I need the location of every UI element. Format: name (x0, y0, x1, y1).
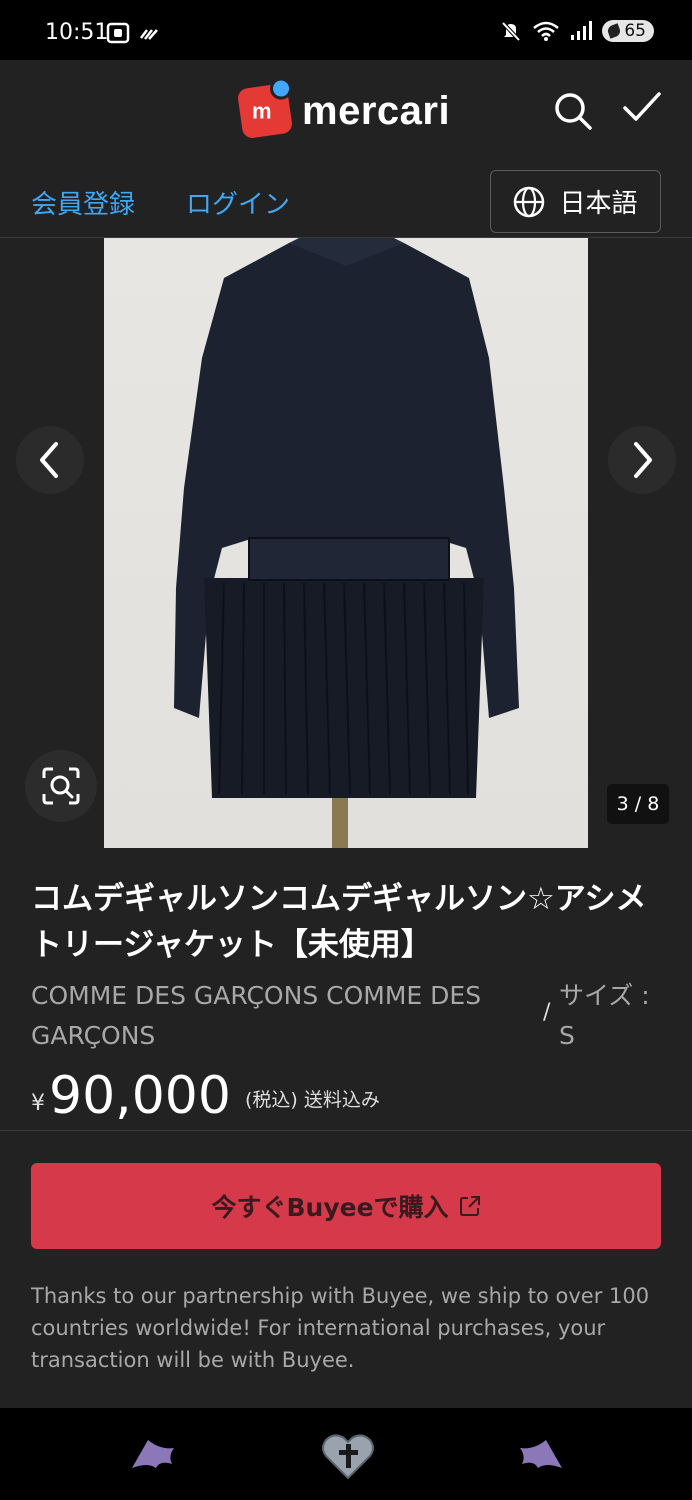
next-image-button[interactable] (608, 426, 676, 494)
language-button[interactable]: 日本語 (490, 170, 661, 233)
tax-shipping-note: (税込) 送料込み (244, 1089, 380, 1111)
currency-symbol: ¥ (31, 1091, 45, 1116)
bat-wing-left-icon[interactable] (130, 1436, 176, 1472)
status-time: 10:51 (45, 20, 109, 45)
bottom-navigation-bar (0, 1408, 692, 1500)
heart-cross-icon[interactable] (320, 1432, 376, 1482)
external-link-icon (459, 1196, 480, 1216)
app-header: m mercari (0, 60, 692, 170)
product-title: コムデギャルソンコムデギャルソン☆アシメトリージャケット【未使用】 (31, 881, 647, 963)
bat-wing-right-icon[interactable] (518, 1436, 564, 1472)
globe-icon (514, 186, 545, 217)
status-icons-right: 65 (500, 20, 654, 42)
status-bar: 10:51 65 (0, 0, 692, 60)
product-photo[interactable] (104, 238, 588, 848)
divider (0, 1130, 692, 1131)
jacket-illustration (174, 238, 519, 848)
buy-with-buyee-button[interactable]: 今すぐBuyeeで購入 (31, 1163, 661, 1249)
language-label: 日本語 (559, 189, 638, 219)
image-search-icon (42, 767, 80, 805)
price: 90,000 (49, 1066, 231, 1126)
logo-text: mercari (302, 88, 451, 133)
battery-indicator: 65 (602, 20, 654, 42)
size-info: サイズ : S (559, 981, 650, 1050)
mercari-logo[interactable]: m mercari (236, 76, 451, 140)
activity-icon (140, 29, 158, 40)
price-row: ¥ 90,000 (税込) 送料込み (31, 1064, 380, 1128)
auth-row: 会員登録 ログイン 日本語 (0, 170, 692, 238)
login-link[interactable]: ログイン (186, 184, 290, 221)
status-icons-left (106, 22, 160, 44)
logo-mark: m (236, 76, 294, 140)
image-carousel[interactable]: 3 / 8 (0, 238, 692, 848)
brand-size-separator: / (543, 1000, 551, 1025)
buy-button-label: 今すぐBuyeeで購入 (211, 1193, 449, 1222)
screenshot-icon (106, 22, 130, 44)
previous-image-button[interactable] (16, 426, 84, 494)
brand-link[interactable]: COMME DES GARÇONS COMME DES GARÇONS (31, 976, 531, 1056)
signal-icon (571, 21, 593, 40)
image-counter: 3 / 8 (607, 784, 669, 824)
image-search-button[interactable] (25, 750, 97, 822)
wifi-icon (533, 21, 560, 41)
register-link[interactable]: 会員登録 (31, 184, 135, 221)
search-icon[interactable] (553, 91, 593, 131)
buyee-partnership-note: Thanks to our partnership with Buyee, we… (31, 1284, 650, 1372)
checkmark-icon[interactable] (622, 90, 662, 126)
mute-icon (501, 21, 521, 42)
chevron-left-icon (40, 442, 58, 478)
chevron-right-icon (634, 442, 652, 478)
